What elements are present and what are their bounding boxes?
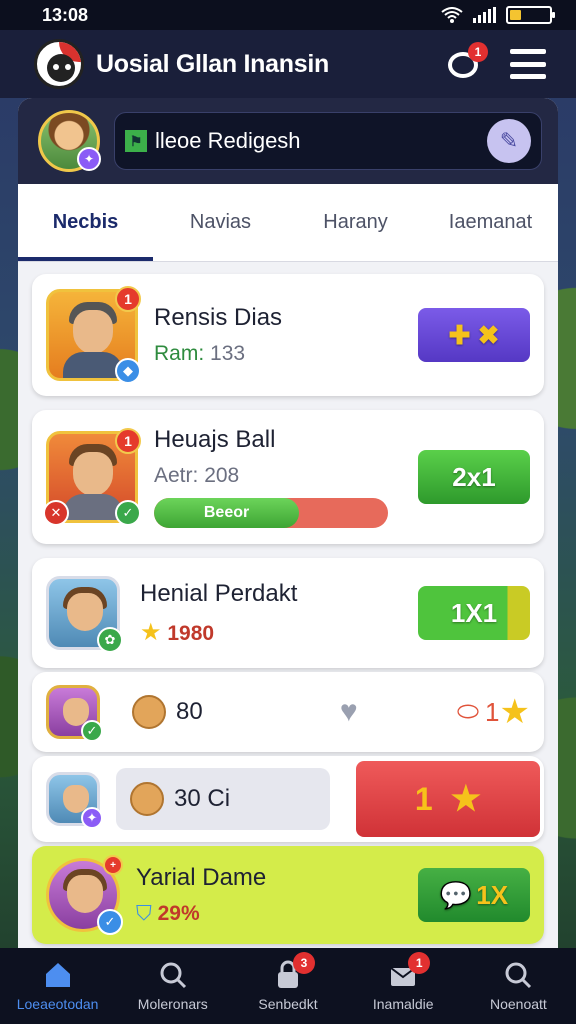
card-stat: Aetr: 208 [154,464,240,487]
sword-icon: ✕ [43,500,69,526]
check-icon: ✓ [81,720,103,742]
search-icon [160,962,186,989]
shield-icon: ◆ [115,358,141,384]
plus-icon: + [103,855,123,875]
status-time: 13:08 [42,4,89,25]
nav-label: Senbedkt [258,996,318,1012]
rank-badge: 1 [115,428,141,454]
hero-portrait: ✦ [46,772,103,829]
pet-count: 30 Ci [174,785,231,812]
nav-badge: 1 [408,952,431,974]
card-title: Yarial Dame [136,864,267,891]
star-icon: ★ [140,618,162,646]
card-score: ★ 1980 [140,618,215,646]
pet-icon [130,782,164,816]
card-title: Heuajs Ball [154,426,276,453]
status-icons [441,6,555,24]
bottom-nav: Loeaeotodan Moleronars 3 Senbedkt 1 Inam… [0,948,576,1024]
nav-label: Loeaeotodan [16,996,99,1012]
profile-name: lleoe Redigesh [155,128,301,153]
chat-button[interactable]: 1 [446,42,488,82]
nav-label: Inamaldie [372,996,434,1012]
hero-portrait: 1 ◆ [46,286,141,384]
profile-name-field[interactable]: ⚑ lleoe Redigesh ✎ [114,112,542,170]
pet-icon [132,695,166,729]
check-icon: ✓ [115,500,141,526]
magic-icon: ✦ [81,807,103,829]
hero-portrait: 1 ✓ ✕ [43,428,141,526]
collect-button[interactable]: 1 ★ [356,761,540,837]
chat-badge: 1 [468,42,488,62]
main-panel: ✦ ⚑ lleoe Redigesh ✎ Necbis Navias Haran… [18,98,558,958]
shield-icon: ⛉ [136,902,152,925]
nav-badge: 3 [293,952,315,974]
tab-navias[interactable]: Navias [153,184,288,261]
check-icon: ✓ [97,909,123,935]
multiplier-button[interactable]: 1X1 [418,586,530,640]
tab-iaemanat[interactable]: Iaemanat [423,184,558,261]
wifi-icon [441,7,463,23]
pet-count: 80 [176,698,203,725]
hamburger-icon [510,49,546,54]
nav-inbox[interactable]: 1 Inamaldie [346,948,461,1024]
inbox-icon: 1 [388,952,431,990]
nav-send[interactable]: 3 Senbedkt [230,948,345,1024]
home-icon [45,963,70,987]
level-badge-icon: ✦ [77,147,101,171]
rank-badge: 1 [115,286,141,312]
menu-button[interactable] [510,49,546,79]
claim-button[interactable]: ✚ ✖ [418,308,530,362]
progress-fill: Beeor [154,498,300,528]
nav-home[interactable]: Loeaeotodan [0,948,115,1024]
list-item[interactable]: ✓ + Yarial Dame ⛉ 29% 💬 1X [32,846,544,944]
app-header: Uosial Gllan Inansin 1 [0,30,576,98]
list-item[interactable]: 1 ✓ ✕ Heuajs Ball Aetr: 208 Beeor 2x1 [32,410,544,544]
heart-icon[interactable]: ♥ [331,696,367,728]
nav-label: Noenoatt [490,996,547,1012]
pet-box: 30 Ci [116,768,330,830]
avatar[interactable]: ✦ [38,110,101,172]
profile-row: ✦ ⚑ lleoe Redigesh ✎ [18,98,558,184]
signal-icon [473,7,496,23]
list-item[interactable]: ✓ 80 ♥ ⬭ 1 ★ [32,672,544,752]
card-title: Rensis Dias [154,304,283,331]
hero-portrait: ✿ [46,576,123,653]
flag-icon: ⚑ [125,130,147,152]
nav-search[interactable]: Moleronars [115,948,230,1024]
tab-bar: Necbis Navias Harany Iaemanat [18,184,558,262]
speech-icon: 💬 [439,879,473,910]
reward-value: 1 [485,696,500,727]
pencil-icon: ✎ [499,128,519,153]
list-item[interactable]: ✿ Henial Perdakt ★ 1980 1X1 [32,558,544,668]
card-percent: ⛉ 29% [136,902,200,925]
lock-icon: 3 [273,952,315,990]
star-icon: ★ [450,780,482,818]
edit-button[interactable]: ✎ [487,119,531,163]
magnifier-icon [505,962,532,989]
tab-harany[interactable]: Harany [288,184,423,261]
list-item[interactable]: 1 ◆ Rensis Dias Ram: 133 ✚ ✖ [32,274,544,396]
reward-icon: ✚ ✖ [448,319,500,350]
app-title: Uosial Gllan Inansin [96,49,329,78]
status-bar: 13:08 [0,0,576,30]
tab-necbis[interactable]: Necbis [18,184,153,261]
app-logo [34,39,84,89]
nav-label: Moleronars [137,996,208,1012]
hero-portrait: ✓ + [46,855,123,935]
star-icon[interactable]: ★ [500,692,530,732]
card-stat: Ram: 133 [154,342,246,365]
hero-portrait: ✓ [46,685,103,742]
card-title: Henial Perdakt [140,579,298,607]
potion-icon: ⬭ [456,696,480,726]
progress-bar: Beeor [154,498,388,528]
battery-icon [506,6,555,24]
leaf-icon: ✿ [97,627,123,653]
list-item[interactable]: ✦ 30 Ci 1 ★ [32,756,544,842]
chat-reward-button[interactable]: 💬 1X [418,868,530,922]
upgrade-button[interactable]: 2x1 [418,450,530,504]
card-list: 1 ◆ Rensis Dias Ram: 133 ✚ ✖ 1 ✓ ✕ Heuaj [18,262,558,944]
nav-explore[interactable]: Noenoatt [461,948,576,1024]
